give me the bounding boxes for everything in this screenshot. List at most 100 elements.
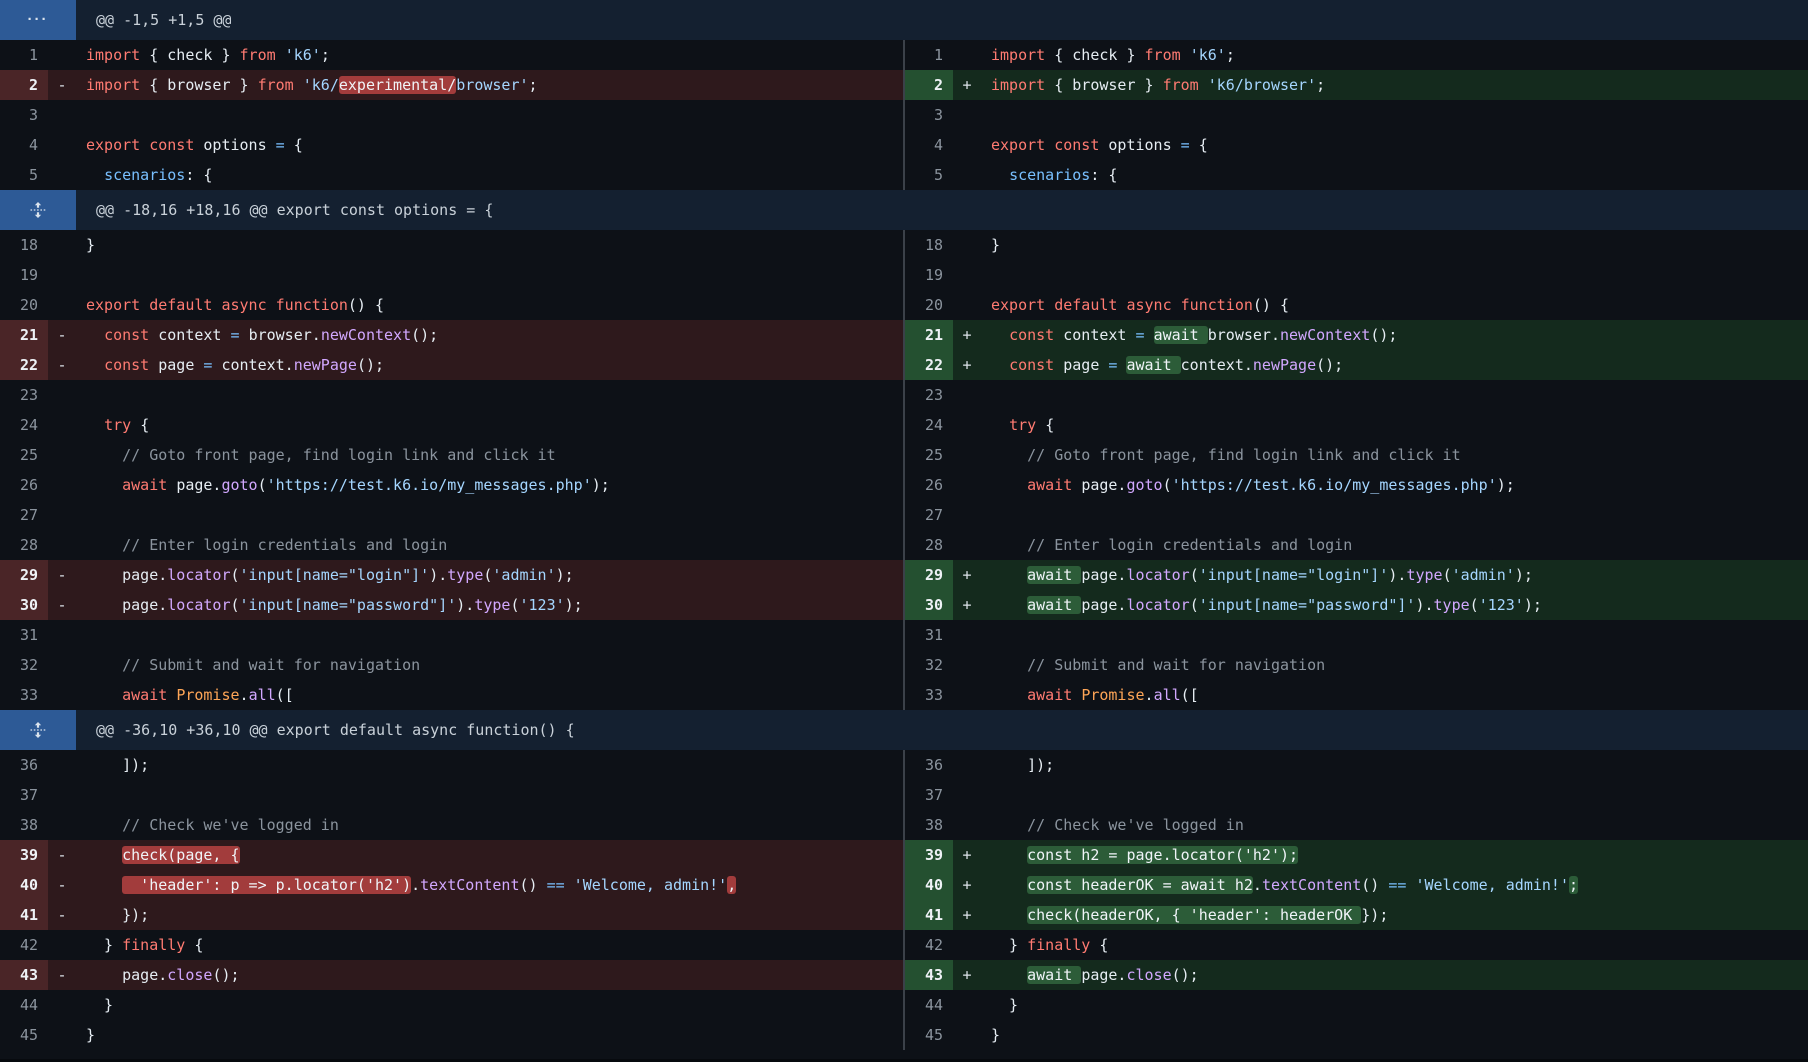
line-number-left: 38	[0, 810, 48, 840]
code-line-left: ]);	[76, 750, 903, 780]
code-token: page.	[86, 966, 167, 984]
code-line-left	[76, 780, 903, 810]
code-line-right: } finally {	[981, 930, 1808, 960]
line-number-left: 28	[0, 530, 48, 560]
diff-row: 44 }44 }	[0, 990, 1808, 1020]
code-token: type	[1406, 566, 1442, 584]
code-token: (	[258, 476, 267, 494]
code-token: }	[991, 1026, 1000, 1044]
word-diff-removed: check(page, {	[122, 846, 239, 864]
diff-row: 21- const context = browser.newContext()…	[0, 320, 1808, 350]
line-number-right: 39	[905, 840, 953, 870]
code-token: ([	[276, 686, 294, 704]
code-token: ).	[1388, 566, 1406, 584]
code-token: {	[194, 936, 203, 954]
code-token: ).	[1415, 596, 1433, 614]
code-token: (	[1163, 476, 1172, 494]
expand-all-button[interactable]: ···	[0, 0, 76, 40]
expand-hunk-button[interactable]	[0, 190, 76, 230]
code-token: =	[1108, 356, 1126, 374]
code-token: const	[104, 356, 158, 374]
code-token: ).	[429, 566, 447, 584]
code-line-right: await page.locator('input[name="login"]'…	[981, 560, 1808, 590]
code-token: (	[231, 596, 240, 614]
code-token: finally	[1027, 936, 1099, 954]
diff-row: 4export const options = {4export const o…	[0, 130, 1808, 160]
diff-marker-left	[48, 810, 76, 840]
diff-marker-left	[48, 680, 76, 710]
code-token: type	[1434, 596, 1470, 614]
line-number-left: 3	[0, 100, 48, 130]
code-line-left: } finally {	[76, 930, 903, 960]
code-token: scenarios	[104, 166, 185, 184]
code-line-left: // Submit and wait for navigation	[76, 650, 903, 680]
code-token: ();	[1370, 326, 1397, 344]
line-number-right: 23	[905, 380, 953, 410]
code-token: // Enter login credentials and login	[1027, 536, 1352, 554]
line-number-right: 1	[905, 40, 953, 70]
code-token: type	[474, 596, 510, 614]
line-number-right: 20	[905, 290, 953, 320]
code-token: await	[1027, 476, 1081, 494]
code-line-right	[981, 260, 1808, 290]
code-token: }	[86, 1026, 95, 1044]
line-number-left: 23	[0, 380, 48, 410]
line-number-right: 33	[905, 680, 953, 710]
expand-hunk-button[interactable]	[0, 710, 76, 750]
diff-row: 41- });41+ check(headerOK, { 'header': h…	[0, 900, 1808, 930]
code-token: 'admin'	[492, 566, 555, 584]
diff-marker-right	[953, 810, 981, 840]
code-token: Promise	[176, 686, 239, 704]
code-line-left: export default async function() {	[76, 290, 903, 320]
line-number-left: 33	[0, 680, 48, 710]
line-number-left: 29	[0, 560, 48, 590]
code-token: 'input[name="login"]'	[1199, 566, 1389, 584]
line-number-right: 45	[905, 1020, 953, 1050]
code-line-right: const h2 = page.locator('h2');	[981, 840, 1808, 870]
code-line-right: export default async function() {	[981, 290, 1808, 320]
code-line-right: import { browser } from 'k6/browser';	[981, 70, 1808, 100]
diff-marker-left: -	[48, 320, 76, 350]
code-token: =	[231, 326, 249, 344]
line-number-right: 29	[905, 560, 953, 590]
code-token: try	[104, 416, 140, 434]
line-number-right: 31	[905, 620, 953, 650]
code-line-right: await page.close();	[981, 960, 1808, 990]
line-number-left: 41	[0, 900, 48, 930]
code-line-right: export const options = {	[981, 130, 1808, 160]
code-token	[86, 876, 122, 894]
code-line-left: }	[76, 990, 903, 1020]
code-token: from	[258, 76, 303, 94]
line-number-right: 28	[905, 530, 953, 560]
diff-marker-right	[953, 100, 981, 130]
diff-row: 24 try {24 try {	[0, 410, 1808, 440]
code-token: ();	[212, 966, 239, 984]
line-number-left: 20	[0, 290, 48, 320]
code-token	[991, 416, 1009, 434]
line-number-right: 22	[905, 350, 953, 380]
line-number-left: 1	[0, 40, 48, 70]
code-token	[86, 416, 104, 434]
code-line-right: try {	[981, 410, 1808, 440]
line-number-left: 45	[0, 1020, 48, 1050]
code-token: ()	[519, 876, 546, 894]
code-token: options	[1108, 136, 1180, 154]
diff-marker-left: -	[48, 840, 76, 870]
code-token	[86, 166, 104, 184]
diff-row: 2727	[0, 500, 1808, 530]
code-token: 'https://test.k6.io/my_messages.php'	[1172, 476, 1497, 494]
line-number-right: 36	[905, 750, 953, 780]
diff-marker-right: +	[953, 320, 981, 350]
code-token: export default async function	[991, 296, 1253, 314]
line-number-right: 21	[905, 320, 953, 350]
word-diff-added: ;	[1569, 876, 1578, 894]
code-token: {	[1099, 936, 1108, 954]
code-line-left: await Promise.all([	[76, 680, 903, 710]
word-diff-added: await	[1126, 356, 1180, 374]
code-line-right: const page = await context.newPage();	[981, 350, 1808, 380]
code-token	[991, 816, 1027, 834]
code-token: newPage	[294, 356, 357, 374]
line-number-right: 40	[905, 870, 953, 900]
code-token: locator	[1126, 566, 1189, 584]
code-token	[991, 356, 1009, 374]
